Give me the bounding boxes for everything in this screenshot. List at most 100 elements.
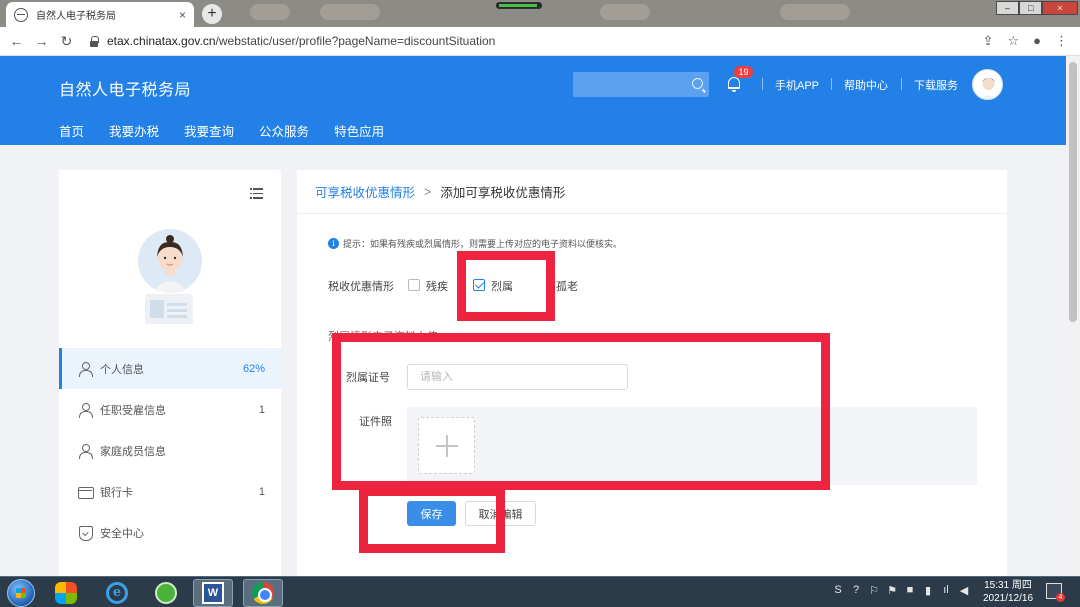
url-host: etax.chinatax.gov.cn <box>107 34 216 48</box>
shield-icon <box>78 525 93 541</box>
sidebar-item-bank-card[interactable]: 银行卡 1 <box>59 471 281 512</box>
tray-icon[interactable]: ■ <box>904 584 916 597</box>
link-download[interactable]: 下载服务 <box>914 77 958 93</box>
tab-close-icon[interactable]: × <box>179 8 186 22</box>
breadcrumb-separator: > <box>424 184 432 199</box>
window-controls: – □ × <box>996 1 1078 15</box>
url-field[interactable]: etax.chinatax.gov.cn/webstatic/user/prof… <box>107 34 983 48</box>
option-label-martyr-family-highlight[interactable]: 烈属 <box>491 278 513 294</box>
taskbar-app-word[interactable]: W <box>193 579 233 607</box>
chrome-icon <box>252 582 274 604</box>
id-card-image <box>145 294 193 324</box>
taskbar-app-colorful[interactable] <box>46 579 86 607</box>
blurred-background <box>250 4 290 20</box>
app-icon <box>155 582 177 604</box>
sidebar-item-personal-info[interactable]: 个人信息 62% <box>59 348 281 389</box>
blurred-background <box>320 4 380 20</box>
back-button[interactable]: ← <box>4 33 29 49</box>
ie-icon: e <box>106 582 128 604</box>
divider <box>901 78 902 90</box>
profile-avatar <box>138 229 202 293</box>
battery-icon[interactable]: ▮ <box>922 584 934 597</box>
share-icon[interactable]: ⇪ <box>983 33 994 49</box>
link-help-center[interactable]: 帮助中心 <box>844 77 888 93</box>
profile-icon[interactable]: ● <box>1033 33 1041 49</box>
browser-tab[interactable]: 自然人电子税务局 × <box>6 2 194 27</box>
breadcrumb-parent-link[interactable]: 可享税收优惠情形 <box>315 182 415 201</box>
link-mobile-app[interactable]: 手机APP <box>775 77 819 93</box>
info-icon: i <box>328 238 339 249</box>
sidebar-item-label: 银行卡 <box>100 486 133 499</box>
lock-icon[interactable] <box>89 35 99 47</box>
help-icon[interactable]: ? <box>850 584 862 597</box>
divider <box>831 78 832 90</box>
main-nav: 首页 我要办税 我要查询 公众服务 特色应用 <box>59 121 409 140</box>
nav-public-services[interactable]: 公众服务 <box>259 121 309 140</box>
system-tray: S ? ⚐ ⚑ ■ ▮ ıl ◀ <box>832 584 970 597</box>
sidebar-item-label: 安全中心 <box>100 527 144 540</box>
breadcrumb: 可享税收优惠情形 > 添加可享税收优惠情形 <box>297 170 1007 214</box>
os-taskbar: e W S ? ⚐ ⚑ ■ ▮ ıl ◀ 15:31 周四 2021/12/16… <box>0 576 1080 607</box>
browser-menu-icon[interactable]: ⋮ <box>1055 33 1068 49</box>
taskbar-app-ie[interactable]: e <box>97 579 137 607</box>
avatar[interactable] <box>972 69 1003 100</box>
tray-icon[interactable]: ⚐ <box>868 584 880 597</box>
address-bar-actions: ⇪ ☆ ● ⋮ <box>983 33 1068 49</box>
notification-icon[interactable]: 4 <box>1046 583 1065 602</box>
count-badge: 1 <box>258 485 265 498</box>
volume-icon[interactable]: ◀ <box>958 584 970 597</box>
checkbox-disability[interactable] <box>408 279 420 291</box>
option-label-disability[interactable]: 残疾 <box>426 278 448 294</box>
star-icon[interactable]: ☆ <box>1007 33 1019 49</box>
new-tab-button[interactable]: + <box>202 4 222 24</box>
sidebar-item-security-center[interactable]: 安全中心 <box>59 512 281 553</box>
nav-tax-handling[interactable]: 我要办税 <box>109 121 159 140</box>
loading-indicator <box>496 2 542 9</box>
system-clock[interactable]: 15:31 周四 2021/12/16 <box>978 579 1038 605</box>
count-badge: 1 <box>258 403 265 416</box>
annotation-box <box>332 333 830 490</box>
notification-count: 4 <box>1056 593 1065 602</box>
page-scrollbar[interactable] <box>1066 56 1080 576</box>
search-icon[interactable] <box>692 78 703 89</box>
taskbar-app-chrome[interactable] <box>243 579 283 607</box>
divider <box>762 78 763 90</box>
sidebar-item-label: 个人信息 <box>100 363 144 376</box>
nav-query[interactable]: 我要查询 <box>184 121 234 140</box>
nav-special-apps[interactable]: 特色应用 <box>334 121 384 140</box>
sidebar-item-employment-info[interactable]: 任职受雇信息 1 <box>59 389 281 430</box>
sidebar-item-label: 家庭成员信息 <box>100 445 166 458</box>
browser-tab-bar: 自然人电子税务局 × + – □ × <box>0 0 1080 27</box>
app-icon <box>55 582 77 604</box>
signal-icon[interactable]: ıl <box>940 584 952 597</box>
blurred-background <box>600 4 650 20</box>
forward-button[interactable]: → <box>29 33 54 49</box>
tray-icon[interactable]: S <box>832 584 844 597</box>
card-icon <box>78 485 94 499</box>
option-label-elderly-alone[interactable]: 孤老 <box>556 278 578 294</box>
start-button[interactable] <box>7 579 35 607</box>
search-input[interactable] <box>573 72 709 97</box>
maximize-button[interactable]: □ <box>1019 1 1043 15</box>
checkbox-martyr-family-highlight[interactable] <box>473 279 485 291</box>
hint-text: 提示：如果有残疾或烈属情形，则需要上传对应的电子资料以便核实。 <box>343 239 623 249</box>
window-close-button[interactable]: × <box>1042 1 1078 15</box>
blurred-background <box>780 4 850 20</box>
bell-icon[interactable] <box>726 76 742 92</box>
person-icon <box>78 443 93 459</box>
minimize-button[interactable]: – <box>996 1 1020 15</box>
annotation-box <box>359 487 505 553</box>
url-path: /webstatic/user/profile?pageName=discoun… <box>215 34 496 48</box>
reload-button[interactable]: ↻ <box>54 33 79 50</box>
menu-toggle-icon[interactable] <box>250 188 263 199</box>
taskbar-app-green[interactable] <box>146 579 186 607</box>
sidebar-item-family-members[interactable]: 家庭成员信息 <box>59 430 281 471</box>
address-bar: ← → ↻ etax.chinatax.gov.cn/webstatic/use… <box>0 27 1080 56</box>
notification-badge: 19 <box>734 66 753 78</box>
site-title[interactable]: 自然人电子税务局 <box>59 76 191 100</box>
nav-home[interactable]: 首页 <box>59 121 84 140</box>
globe-icon <box>14 7 28 22</box>
word-icon: W <box>202 582 224 604</box>
tab-title: 自然人电子税务局 <box>36 11 116 22</box>
flag-icon[interactable]: ⚑ <box>886 584 898 597</box>
